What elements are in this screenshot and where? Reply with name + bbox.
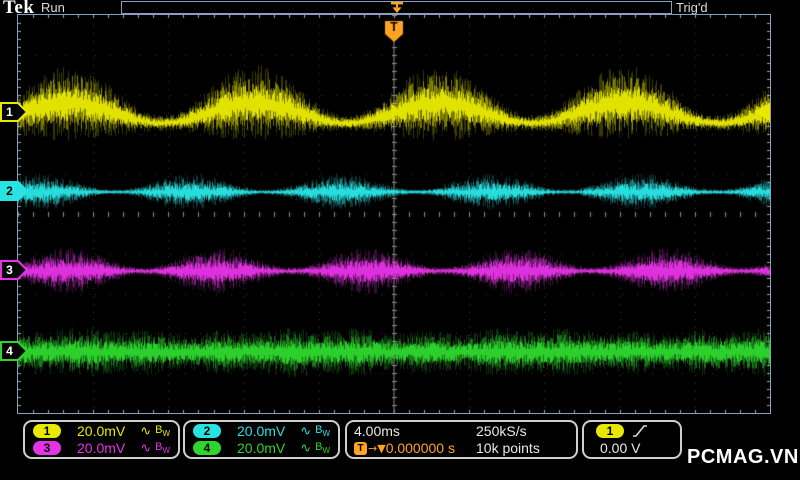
ch1-coupling-icon: ∿: [140, 423, 152, 439]
ch1-marker-label: 1: [6, 105, 13, 119]
ch4-marker-label: 4: [6, 344, 13, 358]
ch3-marker-label: 3: [6, 263, 13, 277]
ch3-marker[interactable]: 3: [0, 260, 29, 280]
graticule: [17, 14, 771, 414]
arrow-right-icon: →: [368, 441, 378, 455]
record-view[interactable]: [121, 1, 672, 14]
trigger-t-icon: T: [354, 441, 367, 455]
ch2-marker-label: 2: [6, 184, 13, 198]
trigger-source-badge: 1: [596, 424, 624, 438]
ch2-coupling-icon: ∿: [300, 423, 312, 439]
ch4-readout: 4 20.0mV ∿ BW: [185, 440, 338, 456]
delay-value: 0.000000 s: [385, 440, 455, 456]
trigger-level: 0.00 V: [600, 440, 641, 456]
ch3-badge: 3: [33, 441, 61, 455]
trigger-delay: T → ▼ 0.000000 s: [354, 440, 476, 456]
acquisition-status: Run: [41, 0, 65, 15]
ch4-badge: 4: [193, 441, 221, 455]
ch3-bandwidth-icon: BW: [155, 440, 170, 456]
ch4-coupling-icon: ∿: [300, 440, 312, 456]
ch1-readout: 1 20.0mV ∿ BW: [25, 423, 178, 439]
arrow-down-icon: ▼: [377, 441, 386, 455]
vertical-readout-box-2-4[interactable]: 2 20.0mV ∿ BW 4 20.0mV ∿ BW: [183, 420, 340, 459]
vertical-readout-box-1-3[interactable]: 1 20.0mV ∿ BW 3 20.0mV ∿ BW: [23, 420, 180, 459]
ch2-scale: 20.0mV: [237, 423, 286, 439]
ch4-bandwidth-icon: BW: [315, 440, 330, 456]
ch1-scale: 20.0mV: [77, 423, 126, 439]
trigger-status: Trig'd: [676, 0, 708, 15]
sample-rate: 250kS/s: [476, 423, 527, 439]
ch2-bandwidth-icon: BW: [315, 423, 330, 439]
ch3-readout: 3 20.0mV ∿ BW: [25, 440, 178, 456]
timebase-scale: 4.00ms: [354, 423, 400, 439]
ch2-readout: 2 20.0mV ∿ BW: [185, 423, 338, 439]
rising-edge-icon: [632, 423, 648, 439]
trigger-readout-box[interactable]: 1 0.00 V: [582, 420, 682, 459]
ch1-bandwidth-icon: BW: [155, 423, 170, 439]
ch1-marker[interactable]: 1: [0, 102, 29, 122]
watermark: PCMAG.VN: [687, 446, 799, 468]
ch1-badge: 1: [33, 424, 61, 438]
ch4-marker[interactable]: 4: [0, 341, 29, 361]
ch3-scale: 20.0mV: [77, 440, 126, 456]
trigger-level-arrow-icon[interactable]: [753, 103, 770, 126]
ch3-coupling-icon: ∿: [140, 440, 152, 456]
horizontal-readout-box[interactable]: 4.00ms 250kS/s T → ▼ 0.000000 s 10k points: [345, 420, 578, 459]
ch2-marker[interactable]: 2: [0, 181, 29, 201]
record-length: 10k points: [476, 440, 540, 456]
waveform-display[interactable]: [18, 15, 770, 413]
ch2-badge: 2: [193, 424, 221, 438]
ch4-scale: 20.0mV: [237, 440, 286, 456]
